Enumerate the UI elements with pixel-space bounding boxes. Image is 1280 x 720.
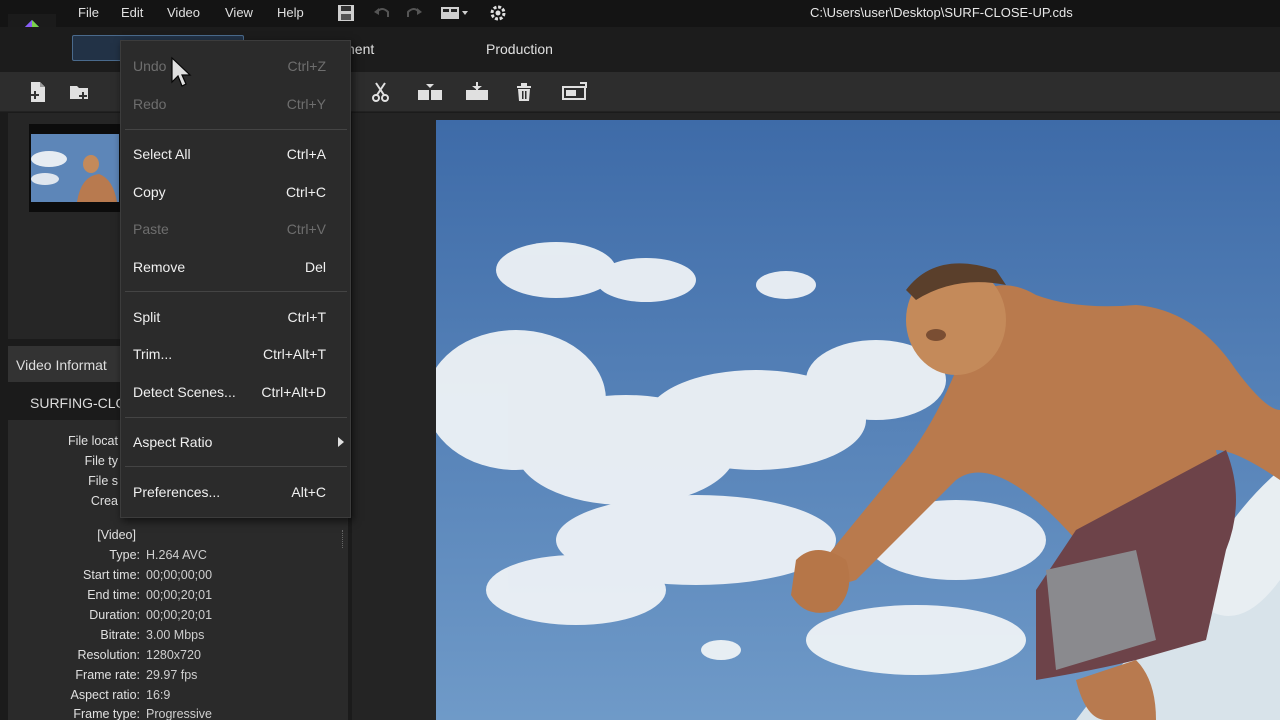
menu-item-redo[interactable]: Redo Ctrl+Y (121, 89, 350, 119)
menu-help[interactable]: Help (277, 5, 304, 20)
menu-separator (125, 129, 347, 130)
menu-item-shortcut: Alt+C (291, 484, 326, 500)
file-type-label: File ty (84, 454, 118, 468)
menu-item-label: Select All (133, 146, 191, 162)
menu-item-shortcut: Ctrl+Alt+T (262, 346, 326, 362)
frame-type-label: Frame type: (73, 707, 140, 720)
menu-video[interactable]: Video (167, 5, 200, 20)
frame-rate-label: Frame rate: (75, 668, 140, 682)
bitrate-label: Bitrate: (100, 628, 140, 642)
panel-resize-grip[interactable] (342, 530, 345, 548)
menu-item-detect-scenes[interactable]: Detect Scenes... Ctrl+Alt+D (121, 377, 350, 407)
menu-item-shortcut: Ctrl+Alt+D (261, 384, 326, 400)
menu-separator (125, 466, 347, 467)
cut-icon[interactable] (370, 80, 394, 104)
settings-gear-icon[interactable] (488, 3, 508, 23)
video-preview[interactable] (436, 120, 1280, 720)
menu-view[interactable]: View (225, 5, 253, 20)
menu-item-trim[interactable]: Trim... Ctrl+Alt+T (121, 339, 350, 369)
start-time-value: 00;00;00;00 (146, 568, 213, 582)
import-file-icon[interactable] (26, 80, 50, 104)
menu-item-label: Redo (133, 96, 167, 112)
video-information-title: Video Informat (16, 357, 107, 373)
menu-item-label: Paste (133, 221, 169, 237)
frame-type-value: Progressive (146, 707, 212, 720)
menu-edit[interactable]: Edit (121, 5, 143, 20)
menu-separator (125, 291, 347, 292)
resolution-label: Resolution: (77, 648, 140, 662)
start-time-label: Start time: (83, 568, 140, 582)
redo-icon[interactable] (404, 3, 424, 23)
menu-file[interactable]: File (78, 5, 99, 20)
trim-icon[interactable] (464, 80, 490, 104)
menu-item-label: Split (133, 309, 161, 325)
menu-item-shortcut: Ctrl+Z (287, 58, 327, 74)
menu-item-label: Undo (133, 58, 167, 74)
bitrate-value: 3.00 Mbps (146, 628, 205, 642)
undo-icon[interactable] (372, 3, 392, 23)
aspect-ratio-icon[interactable] (560, 80, 588, 104)
menu-item-shortcut: Ctrl+V (286, 221, 326, 237)
file-size-label: File s (88, 474, 118, 488)
tab-adjustment[interactable]: nent (347, 41, 374, 57)
menu-item-shortcut: Ctrl+A (286, 146, 326, 162)
edit-menu-dropdown: Undo Ctrl+Z Redo Ctrl+Y Select All Ctrl+… (120, 40, 351, 518)
clip-thumbnail[interactable] (29, 124, 121, 212)
menu-item-shortcut: Ctrl+C (285, 184, 326, 200)
clip-name: SURFING-CLO (30, 395, 127, 411)
import-folder-icon[interactable] (68, 80, 92, 104)
delete-icon[interactable] (512, 80, 536, 104)
video-section-label: [Video] (97, 528, 136, 542)
submenu-arrow-icon (338, 437, 344, 447)
end-time-value: 00;00;20;01 (146, 588, 213, 602)
aspect-ratio-label: Aspect ratio: (70, 688, 140, 702)
tab-production[interactable]: Production (486, 41, 553, 57)
file-location-label: File locat (67, 434, 118, 448)
frame-rate-value: 29.97 fps (146, 668, 198, 682)
menu-separator (125, 417, 347, 418)
menu-item-remove[interactable]: Remove Del (121, 252, 350, 282)
menu-item-shortcut: Ctrl+T (287, 309, 327, 325)
menu-item-label: Preferences... (133, 484, 221, 500)
title-bar: File Edit Video View Help C:\Users\user\… (0, 0, 1280, 27)
menu-item-label: Detect Scenes... (133, 384, 236, 400)
menu-item-preferences[interactable]: Preferences... Alt+C (121, 477, 350, 507)
mouse-cursor-icon (171, 56, 192, 87)
menu-item-copy[interactable]: Copy Ctrl+C (121, 177, 350, 207)
menu-item-shortcut: Ctrl+Y (286, 96, 326, 112)
resolution-value: 1280x720 (146, 648, 201, 662)
duration-value: 00;00;20;01 (146, 608, 213, 622)
menu-item-label: Trim... (133, 346, 173, 362)
split-icon[interactable] (416, 80, 444, 104)
file-created-label: Crea (90, 494, 118, 508)
end-time-label: End time: (87, 588, 140, 602)
menu-item-shortcut: Del (304, 259, 326, 275)
type-label: Type: (109, 548, 140, 562)
menu-item-split[interactable]: Split Ctrl+T (121, 302, 350, 332)
menu-item-aspect-ratio[interactable]: Aspect Ratio (121, 427, 350, 457)
menu-item-paste[interactable]: Paste Ctrl+V (121, 214, 350, 244)
aspect-ratio-value: 16:9 (146, 688, 171, 702)
menu-item-select-all[interactable]: Select All Ctrl+A (121, 139, 350, 169)
save-icon[interactable] (336, 3, 356, 23)
type-value: H.264 AVC (146, 548, 207, 562)
duration-label: Duration: (89, 608, 140, 622)
menu-item-label: Copy (133, 184, 166, 200)
display-mode-icon[interactable] (440, 3, 470, 23)
menu-item-label: Remove (133, 259, 186, 275)
menu-item-undo[interactable]: Undo Ctrl+Z (121, 51, 350, 81)
file-path: C:\Users\user\Desktop\SURF-CLOSE-UP.cds (810, 5, 1073, 20)
menu-item-label: Aspect Ratio (133, 434, 213, 450)
